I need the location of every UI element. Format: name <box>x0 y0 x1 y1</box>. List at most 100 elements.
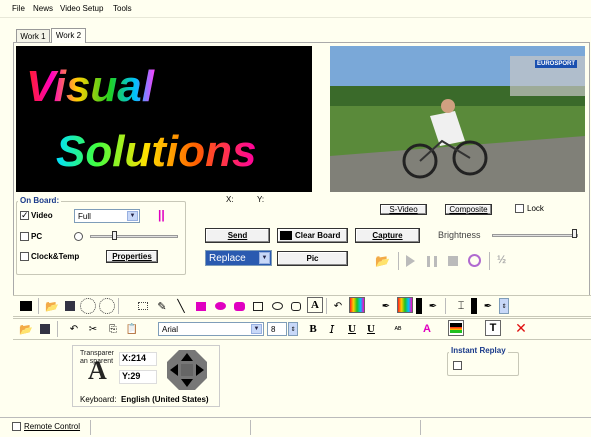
lasso-icon[interactable] <box>99 298 115 314</box>
pc-slider-thumb[interactable] <box>112 231 117 240</box>
pencil-icon[interactable]: ✎ <box>154 298 170 314</box>
rectangle-icon[interactable] <box>250 298 266 314</box>
menu-tools[interactable]: Tools <box>113 4 132 13</box>
replace-select[interactable]: Replace ▼ <box>205 250 272 266</box>
play-icon[interactable] <box>406 255 415 267</box>
pause-icon[interactable]: || <box>158 208 165 222</box>
clock-checkbox-row[interactable]: Clock&Temp <box>20 252 79 261</box>
brightness-slider-thumb[interactable] <box>572 229 577 238</box>
chevron-down-icon: ▼ <box>127 211 138 221</box>
save-icon[interactable] <box>62 298 78 314</box>
underline-2-icon[interactable]: U <box>363 321 379 337</box>
clear-board-button[interactable]: Clear Board <box>277 228 348 243</box>
pc-checkbox-row[interactable]: PC <box>20 232 42 241</box>
ellipse-icon[interactable] <box>269 298 285 314</box>
text-align-center-icon[interactable]: T <box>485 320 501 336</box>
send-button[interactable]: Send <box>205 228 270 243</box>
text-tool-icon[interactable]: A <box>307 297 323 313</box>
menu-news[interactable]: News <box>33 4 53 13</box>
open-icon[interactable]: 📂 <box>44 298 60 314</box>
brightness-slider-track[interactable] <box>492 234 578 237</box>
y-readout: Y:29 <box>119 370 157 384</box>
open-folder-icon[interactable]: 📂 <box>375 254 391 268</box>
half-speed-icon[interactable]: ½ <box>497 254 506 266</box>
line-icon[interactable]: ╲ <box>173 298 189 314</box>
status-bar: Remote Control <box>0 417 591 437</box>
save-icon[interactable] <box>37 321 53 337</box>
instant-replay-checkbox[interactable] <box>453 361 462 370</box>
on-board-title: On Board: <box>18 196 62 205</box>
lock-checkbox[interactable] <box>515 204 524 213</box>
filled-rectangle-icon[interactable] <box>193 298 209 314</box>
instant-replay-title: Instant Replay <box>449 346 508 355</box>
video-checkbox-row[interactable]: Video <box>20 211 53 220</box>
open-icon[interactable]: 📂 <box>18 321 34 337</box>
line-color-icon[interactable] <box>397 297 413 313</box>
undo-icon[interactable]: ↶ <box>66 321 82 337</box>
tab-work-2[interactable]: Work 2 <box>51 28 86 43</box>
pc-radio[interactable] <box>74 232 83 241</box>
text-color-icon[interactable]: A <box>419 321 435 337</box>
undo-icon[interactable]: ↶ <box>330 298 346 314</box>
close-icon[interactable]: ✕ <box>513 320 529 336</box>
y-coord-label: Y: <box>257 195 265 204</box>
paste-icon[interactable]: 📋 <box>124 321 140 337</box>
logo-line-2: Solutions <box>56 127 256 176</box>
lock-checkbox-row[interactable]: Lock <box>515 204 544 213</box>
logo-preview[interactable]: Visual Solutions <box>16 46 312 192</box>
font-size-input[interactable]: 8 <box>267 322 287 336</box>
chevron-down-icon: ▼ <box>259 252 270 264</box>
remote-control-checkbox[interactable] <box>12 422 21 431</box>
logo-graphic: Visual Solutions <box>26 62 256 176</box>
bold-icon[interactable]: B <box>305 321 321 337</box>
fill-color-icon[interactable] <box>349 297 365 313</box>
eurosport-overlay: EUROSPORT <box>534 60 577 68</box>
menu-video-setup[interactable]: Video Setup <box>60 4 103 13</box>
font-name-select[interactable]: Arial ▼ <box>158 322 264 336</box>
capture-button[interactable]: Capture <box>355 228 420 243</box>
video-checkbox[interactable] <box>20 211 29 220</box>
move-arrows-icon[interactable] <box>164 347 210 393</box>
stop-icon[interactable] <box>448 256 458 266</box>
drawing-toolbar: 📂 ✎ ╲ A ↶ ✒ ✒ ⌶ ✒ ⇕ <box>13 295 591 317</box>
loop-icon[interactable] <box>468 254 481 267</box>
underline-icon[interactable]: U <box>344 321 360 337</box>
divider <box>420 420 421 435</box>
eyedropper-2-icon[interactable]: ✒ <box>425 298 441 314</box>
filled-ellipse-icon[interactable] <box>212 298 228 314</box>
properties-button[interactable]: Properties <box>106 250 158 263</box>
select-circle-icon[interactable] <box>80 298 96 314</box>
svideo-button[interactable]: S-Video <box>380 204 427 215</box>
text-style-icon[interactable]: ᴬᴮ <box>390 321 406 337</box>
font-size-spinner-icon[interactable]: ⇕ <box>288 322 298 336</box>
remote-control-label: Remote Control <box>24 422 81 431</box>
replace-select-value: Replace <box>209 252 246 264</box>
italic-icon[interactable]: 𝘐 <box>324 321 340 337</box>
tab-work-1[interactable]: Work 1 <box>16 29 50 43</box>
color-swatch-icon[interactable] <box>18 298 34 314</box>
divider <box>398 252 399 270</box>
text-align-icon[interactable]: ⌶ <box>453 298 469 314</box>
pc-slider-track[interactable] <box>90 235 178 238</box>
filled-rounded-rect-icon[interactable] <box>231 298 247 314</box>
rounded-rect-icon[interactable] <box>288 298 304 314</box>
size-select[interactable]: Full ▼ <box>74 209 140 223</box>
copy-icon[interactable]: ⎘ <box>105 321 121 337</box>
divider <box>38 298 39 314</box>
composite-button[interactable]: Composite <box>445 204 492 215</box>
toolbar-spinner-icon[interactable]: ⇕ <box>499 298 509 314</box>
cut-icon[interactable]: ✂ <box>85 321 101 337</box>
pc-checkbox[interactable] <box>20 232 29 241</box>
pic-button[interactable]: Pic <box>277 251 348 266</box>
divider <box>118 298 119 314</box>
clock-temp-checkbox[interactable] <box>20 252 29 261</box>
logo-line-1: Visual <box>26 62 155 111</box>
marquee-select-icon[interactable] <box>135 298 151 314</box>
remote-control-row[interactable]: Remote Control <box>12 422 80 431</box>
eyedropper-3-icon[interactable]: ✒ <box>480 298 496 314</box>
video-preview[interactable]: EUROSPORT <box>330 46 585 192</box>
pause-playback-icon[interactable] <box>427 256 437 267</box>
menu-file[interactable]: File <box>12 4 25 13</box>
eyedropper-icon[interactable]: ✒ <box>378 298 394 314</box>
text-bg-icon[interactable] <box>448 320 464 336</box>
